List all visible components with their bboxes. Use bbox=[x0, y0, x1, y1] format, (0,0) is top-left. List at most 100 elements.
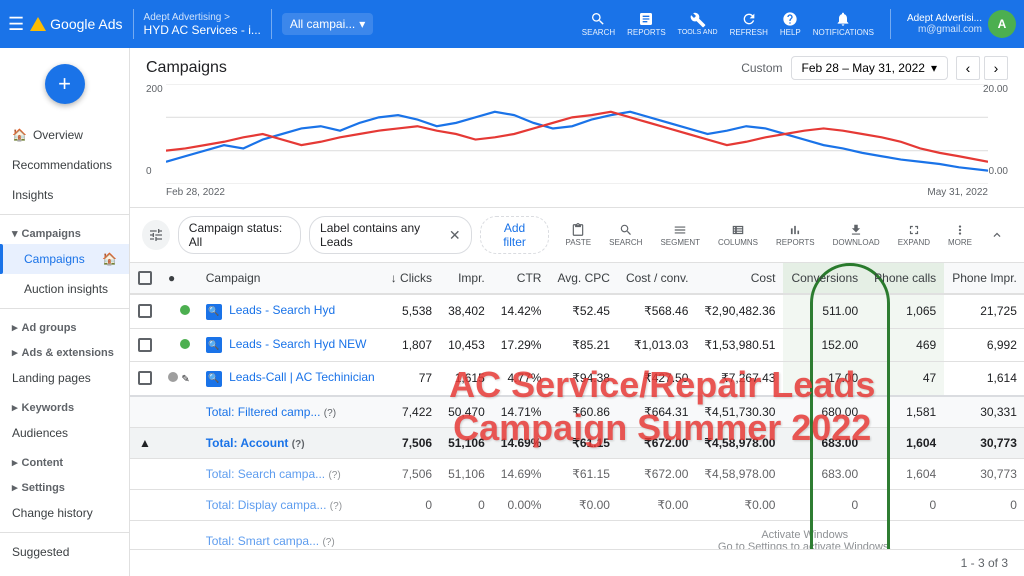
col-cost[interactable]: Cost bbox=[696, 263, 783, 294]
chart-area: Campaigns Custom Feb 28 – May 31, 2022 ▾… bbox=[130, 48, 1024, 208]
filtered-total-label: Total: Filtered camp... (?) bbox=[198, 396, 383, 428]
chart-prev-button[interactable]: ‹ bbox=[956, 56, 980, 80]
select-all-checkbox[interactable] bbox=[138, 271, 152, 285]
sidebar-item-insights[interactable]: Insights bbox=[0, 180, 129, 210]
collapse-button[interactable] bbox=[982, 224, 1012, 246]
paste-button[interactable]: PASTE bbox=[557, 219, 599, 251]
help-nav-icon[interactable]: HELP bbox=[780, 11, 801, 37]
sidebar-item-recommendations[interactable]: Recommendations bbox=[0, 150, 129, 180]
row2-conversions: 152.00 bbox=[783, 328, 866, 362]
pagination-text: 1 - 3 of 3 bbox=[961, 556, 1008, 570]
col-clicks[interactable]: ↓ Clicks bbox=[383, 263, 440, 294]
col-conversions[interactable]: Conversions bbox=[783, 263, 866, 294]
sidebar-section-campaigns[interactable]: ▾ Campaigns bbox=[0, 219, 129, 244]
refresh-nav-icon[interactable]: REFRESH bbox=[730, 11, 768, 37]
sidebar-item-campaigns[interactable]: Campaigns 🏠 bbox=[0, 244, 129, 274]
row1-phone-impr: 21,725 bbox=[944, 294, 1024, 328]
hamburger-menu[interactable]: ☰ bbox=[8, 14, 24, 35]
segment-button[interactable]: SEGMENT bbox=[652, 219, 708, 251]
sidebar-campaigns-label: Campaigns bbox=[24, 252, 85, 266]
more-button[interactable]: MORE bbox=[940, 219, 980, 251]
row3-checkbox[interactable] bbox=[130, 362, 160, 396]
sidebar-auction-label: Auction insights bbox=[24, 282, 108, 296]
filter-options-button[interactable] bbox=[142, 220, 170, 250]
sidebar: + 🏠 Overview Recommendations Insights ▾ … bbox=[0, 48, 130, 576]
col-campaign[interactable]: Campaign bbox=[198, 263, 383, 294]
row2-campaign[interactable]: 🔍 Leads - Search Hyd NEW bbox=[198, 328, 383, 362]
chevron-icon: ▾ bbox=[12, 227, 18, 240]
col-cpc[interactable]: Avg. CPC bbox=[549, 263, 617, 294]
chart-next-button[interactable]: › bbox=[984, 56, 1008, 80]
sidebar-ads-label: Ads & extensions bbox=[22, 347, 114, 359]
row2-impr: 10,453 bbox=[440, 328, 493, 362]
sidebar-section-adgroups[interactable]: ▸ Ad groups bbox=[0, 313, 129, 338]
create-fab-button[interactable]: + bbox=[45, 64, 85, 104]
date-range-button[interactable]: Feb 28 – May 31, 2022 ▾ bbox=[791, 56, 948, 80]
campaign-selector[interactable]: All campai... ▾ bbox=[282, 13, 373, 35]
smart-total-row: Total: Smart campa... (?) Activate Windo… bbox=[130, 520, 1024, 549]
filter-remove-icon[interactable]: ✕ bbox=[449, 227, 461, 244]
account-avatar[interactable]: A bbox=[988, 10, 1016, 38]
edit-icon[interactable]: ✎ bbox=[181, 374, 189, 385]
filter-label-leads[interactable]: Label contains any Leads ✕ bbox=[309, 216, 472, 254]
row3-cpc: ₹94.38 bbox=[549, 362, 617, 396]
add-filter-button[interactable]: Add filter bbox=[480, 216, 550, 254]
segment-label: SEGMENT bbox=[660, 238, 700, 247]
reports-toolbar-label: REPORTS bbox=[776, 238, 815, 247]
sidebar-keywords-label: Keywords bbox=[22, 402, 75, 414]
activate-windows-cell: Activate Windows Go to Settings to activ… bbox=[383, 520, 1024, 549]
account-info[interactable]: Adept Advertisi... m@gmail.com A bbox=[907, 10, 1016, 38]
help-icon5: (?) bbox=[322, 537, 334, 548]
row1-campaign[interactable]: 🔍 Leads - Search Hyd bbox=[198, 294, 383, 328]
sidebar-section-content[interactable]: ▸ Content bbox=[0, 448, 129, 473]
search-nav-icon[interactable]: SEARCH bbox=[582, 11, 615, 37]
col-cost-conv[interactable]: Cost / conv. bbox=[618, 263, 696, 294]
y-axis-right-bottom: 0.00 bbox=[989, 166, 1008, 177]
sidebar-item-audiences[interactable]: Audiences bbox=[0, 418, 129, 448]
row3-campaign[interactable]: 🔍 Leads-Call | AC Techinician bbox=[198, 362, 383, 396]
status-active-icon bbox=[180, 339, 190, 349]
sidebar-insights-label: Insights bbox=[12, 188, 53, 202]
col-phone-calls[interactable]: Phone calls bbox=[866, 263, 944, 294]
sidebar-section-ads[interactable]: ▸ Ads & extensions bbox=[0, 338, 129, 363]
col-impr[interactable]: Impr. bbox=[440, 263, 493, 294]
sidebar-item-suggested[interactable]: Suggested bbox=[0, 537, 129, 567]
row3-cost-conv: ₹427.50 bbox=[618, 362, 696, 396]
sidebar-item-auction-insights[interactable]: Auction insights bbox=[0, 274, 129, 304]
tools-nav-icon[interactable]: TOOLS AND bbox=[678, 12, 718, 36]
search-toolbar-button[interactable]: SEARCH bbox=[601, 219, 650, 251]
row-checkbox[interactable] bbox=[138, 304, 152, 318]
reports-toolbar-button[interactable]: REPORTS bbox=[768, 219, 823, 251]
sidebar-section-settings[interactable]: ▸ Settings bbox=[0, 473, 129, 498]
row2-cost: ₹1,53,980.51 bbox=[696, 328, 783, 362]
row-checkbox[interactable] bbox=[138, 338, 152, 352]
refresh-nav-label: REFRESH bbox=[730, 28, 768, 37]
sidebar-section-keywords[interactable]: ▸ Keywords bbox=[0, 393, 129, 418]
sidebar-recommendations-label: Recommendations bbox=[12, 158, 112, 172]
col-ctr[interactable]: CTR bbox=[493, 263, 550, 294]
row3-impr: 1,615 bbox=[440, 362, 493, 396]
help-icon: (?) bbox=[324, 408, 336, 419]
sidebar-item-devices[interactable]: Devices bbox=[0, 567, 129, 576]
expand-button[interactable]: EXPAND bbox=[890, 219, 938, 251]
expand-icon4: ▸ bbox=[12, 456, 18, 469]
sidebar-item-change-history[interactable]: Change history bbox=[0, 498, 129, 528]
search-total-row: Total: Search campa... (?) 7,506 51,106 … bbox=[130, 458, 1024, 489]
reports-nav-icon[interactable]: REPORTS bbox=[627, 11, 666, 37]
campaign-type-icon3: 🔍 bbox=[206, 371, 222, 387]
columns-button[interactable]: COLUMNS bbox=[710, 219, 766, 251]
notifications-nav-icon[interactable]: NOTIFICATIONS bbox=[813, 11, 874, 37]
row2-checkbox[interactable] bbox=[130, 328, 160, 362]
logo-icon bbox=[30, 17, 46, 31]
download-button[interactable]: DOWNLOAD bbox=[825, 219, 888, 251]
row1-phone-calls: 1,065 bbox=[866, 294, 944, 328]
row-checkbox[interactable] bbox=[138, 371, 152, 385]
smart-total-label: Total: Smart campa... (?) bbox=[198, 520, 383, 549]
sidebar-item-landing-pages[interactable]: Landing pages bbox=[0, 363, 129, 393]
row1-checkbox[interactable] bbox=[130, 294, 160, 328]
col-phone-impr[interactable]: Phone Impr. bbox=[944, 263, 1024, 294]
sidebar-divider3 bbox=[0, 532, 129, 533]
sidebar-item-overview[interactable]: 🏠 Overview bbox=[0, 120, 129, 150]
filter-campaign-status-text: Campaign status: All bbox=[189, 221, 290, 249]
collapse-icon[interactable]: ▲ bbox=[139, 436, 151, 450]
